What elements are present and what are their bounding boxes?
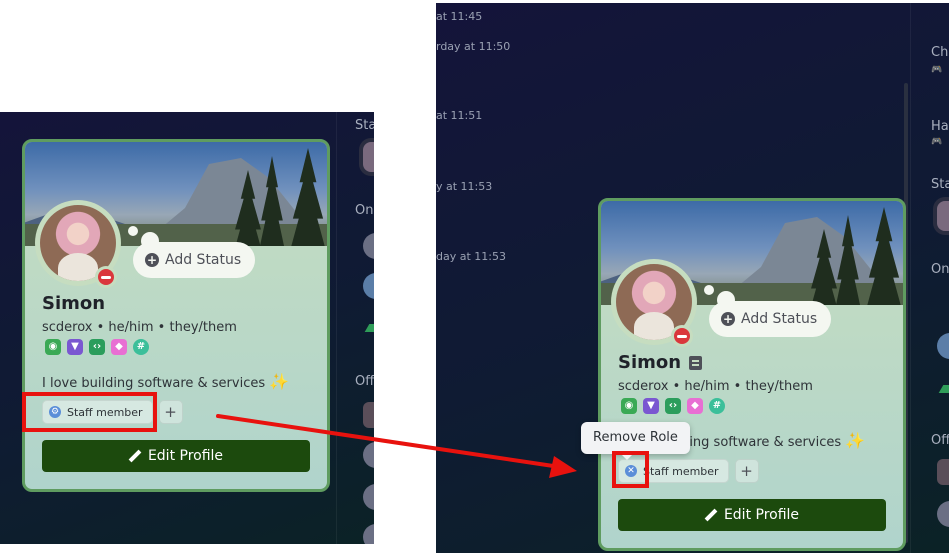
stage: Sta Onl Off [0,0,949,556]
annotation-arrow [216,414,577,478]
